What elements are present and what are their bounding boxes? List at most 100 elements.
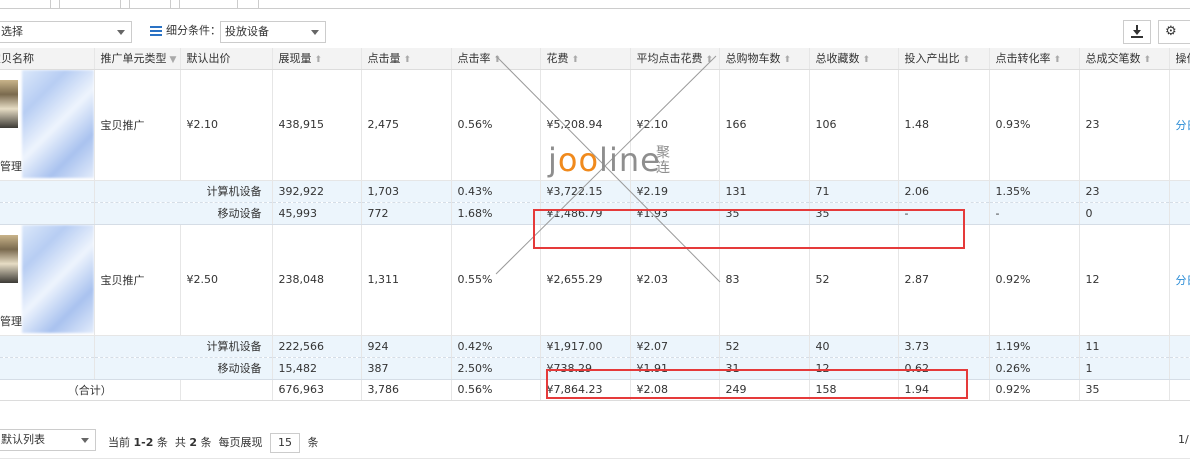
cell-clicks: 772 — [361, 202, 452, 225]
col-header-clicks[interactable]: 点击量 ⬆ — [361, 48, 452, 70]
cell-fav: 106 — [809, 69, 899, 181]
sort-icon: ⬆ — [314, 55, 323, 66]
list-filter-icon — [150, 26, 162, 37]
cell-cvr: 0.93% — [989, 69, 1080, 181]
device-row-pc: 计算机设备 222,566 924 0.42% ¥1,917.00 ¥2.07 … — [0, 335, 1190, 358]
col-header-cart[interactable]: 总购物车数 ⬆ — [719, 48, 810, 70]
table-header-row: 宝贝名称 推广单元类型▼ 默认出价 展现量⬆ 点击量⬆ 点击率⬆ 花费⬆ 平均点… — [0, 48, 1190, 70]
cell-orders: 23 — [1079, 180, 1170, 203]
cell-orders: 1 — [1079, 357, 1170, 380]
cell-fav: 52 — [809, 224, 899, 336]
cell-clicks: 1,311 — [361, 224, 452, 336]
cell-cvr: 0.92% — [989, 379, 1080, 401]
col-header-cpc[interactable]: 平均点击花费 ⬆ — [630, 48, 720, 70]
chevron-down-icon — [81, 438, 89, 443]
dropdown-caret-icon: ▼ — [169, 55, 177, 66]
cell-bid: ¥2.50 — [180, 224, 273, 336]
cell-device: 计算机设备 — [94, 180, 273, 203]
item-thumb-cell: 管理 — [0, 69, 95, 181]
cell-cart: 83 — [719, 224, 810, 336]
cell-cart: 31 — [719, 357, 810, 380]
sort-icon: ⬆ — [403, 55, 412, 66]
col-header-bid: 默认出价 — [180, 48, 273, 70]
total-row: （合计） 676,963 3,786 0.56% ¥7,864.23 ¥2.08… — [0, 379, 1190, 401]
tab-stub[interactable] — [170, 0, 180, 8]
cell-orders: 23 — [1079, 69, 1170, 181]
cell-clicks: 3,786 — [361, 379, 452, 401]
cell-ctr: 0.56% — [451, 69, 541, 181]
product-thumbnail[interactable] — [0, 79, 18, 128]
col-header-cvr[interactable]: 点击转化率 ⬆ — [989, 48, 1080, 70]
campaign-select[interactable]: 选择 — [0, 21, 132, 43]
table-row: 管理 宝贝推广 ¥2.50 238,048 1,311 0.55% ¥2,655… — [0, 224, 1190, 336]
campaign-select-value: 选择 — [1, 25, 23, 38]
cell-cart: 35 — [719, 202, 810, 225]
pagination-info: 当前 1-2 条 共 2 条 每页展现 15 条 — [108, 433, 319, 453]
chevron-down-icon — [311, 30, 319, 35]
cell-orders: 35 — [1079, 379, 1170, 401]
cell-ctr: 0.56% — [451, 379, 541, 401]
blurred-item-image — [22, 224, 93, 333]
device-row-mobile: 移动设备 15,482 387 2.50% ¥738.29 ¥1.91 31 1… — [0, 357, 1190, 380]
cell-orders: 11 — [1079, 335, 1170, 358]
top-tab-bar — [0, 0, 1190, 9]
segment-select-value: 投放设备 — [225, 25, 269, 38]
col-header-cost[interactable]: 花费 ⬆ — [540, 48, 631, 70]
cell-ctr: 0.42% — [451, 335, 541, 358]
cell-ctr: 2.50% — [451, 357, 541, 380]
item-manage-label: 管理 — [0, 159, 22, 173]
segment-select[interactable]: 投放设备 — [220, 21, 326, 43]
cell-cost: ¥7,864.23 — [540, 379, 631, 401]
cell-clicks: 2,475 — [361, 69, 452, 181]
col-header-fav[interactable]: 总收藏数 ⬆ — [809, 48, 899, 70]
sort-icon: ⬆ — [862, 55, 871, 66]
per-page-input[interactable]: 15 — [270, 433, 301, 453]
blurred-item-image — [22, 69, 93, 178]
cell-orders: 0 — [1079, 202, 1170, 225]
cell-impressions: 15,482 — [272, 357, 362, 380]
watermark-logo-cn: 聚连 — [656, 145, 670, 176]
cell-clicks: 387 — [361, 357, 452, 380]
tab-stub[interactable] — [120, 0, 130, 8]
col-header-impressions[interactable]: 展现量 ⬆ — [272, 48, 362, 70]
download-button[interactable] — [1123, 20, 1151, 44]
product-thumbnail[interactable] — [0, 234, 18, 283]
cell-impressions: 392,922 — [272, 180, 362, 203]
daily-breakdown-link[interactable]: 分日 — [1169, 224, 1190, 336]
settings-button[interactable]: ⚙ — [1158, 20, 1190, 44]
tab-stub[interactable] — [50, 0, 60, 8]
view-select[interactable]: 默认列表 — [0, 429, 96, 451]
cell-cpc: ¥2.08 — [630, 379, 720, 401]
page-indicator: 1/ — [1178, 433, 1189, 446]
cell-cvr: - — [989, 202, 1080, 225]
col-header-roi[interactable]: 投入产出比 ⬆ — [898, 48, 990, 70]
cell-cvr: 1.35% — [989, 180, 1080, 203]
col-header-ctr[interactable]: 点击率 ⬆ — [451, 48, 541, 70]
daily-breakdown-link[interactable]: 分日 — [1169, 69, 1190, 181]
col-header-type[interactable]: 推广单元类型 ▼ — [94, 48, 181, 70]
col-header-name[interactable]: 宝贝名称 — [0, 48, 95, 70]
cell-cpc: ¥1.91 — [630, 357, 720, 380]
chevron-down-icon — [117, 30, 125, 35]
col-header-action: 操作 — [1169, 48, 1190, 70]
col-header-orders[interactable]: 总成交笔数 ⬆ — [1079, 48, 1170, 70]
cell-impressions: 438,915 — [272, 69, 362, 181]
cell-cost: ¥2,655.29 — [540, 224, 631, 336]
cell-roi: 0.62 — [898, 357, 990, 380]
cell-cpc: ¥2.07 — [630, 335, 720, 358]
report-table: 宝贝名称 推广单元类型▼ 默认出价 展现量⬆ 点击量⬆ 点击率⬆ 花费⬆ 平均点… — [0, 48, 1190, 401]
cell-ctr: 0.55% — [451, 224, 541, 336]
cell-bid: ¥2.10 — [180, 69, 273, 181]
cell-fav: 40 — [809, 335, 899, 358]
cell-cart: 249 — [719, 379, 810, 401]
cell-impressions: 45,993 — [272, 202, 362, 225]
filter-bar: 选择 细分条件： 投放设备 ⚙ — [0, 14, 1190, 48]
tab-stub[interactable] — [237, 0, 259, 8]
sort-icon: ⬆ — [571, 55, 580, 66]
cell-clicks: 1,703 — [361, 180, 452, 203]
sort-icon: ⬆ — [962, 55, 971, 66]
cell-cost: ¥3,722.15 — [540, 180, 631, 203]
device-row-pc: 计算机设备 392,922 1,703 0.43% ¥3,722.15 ¥2.1… — [0, 180, 1190, 203]
cell-cart: 131 — [719, 180, 810, 203]
cell-device: 移动设备 — [94, 357, 273, 380]
